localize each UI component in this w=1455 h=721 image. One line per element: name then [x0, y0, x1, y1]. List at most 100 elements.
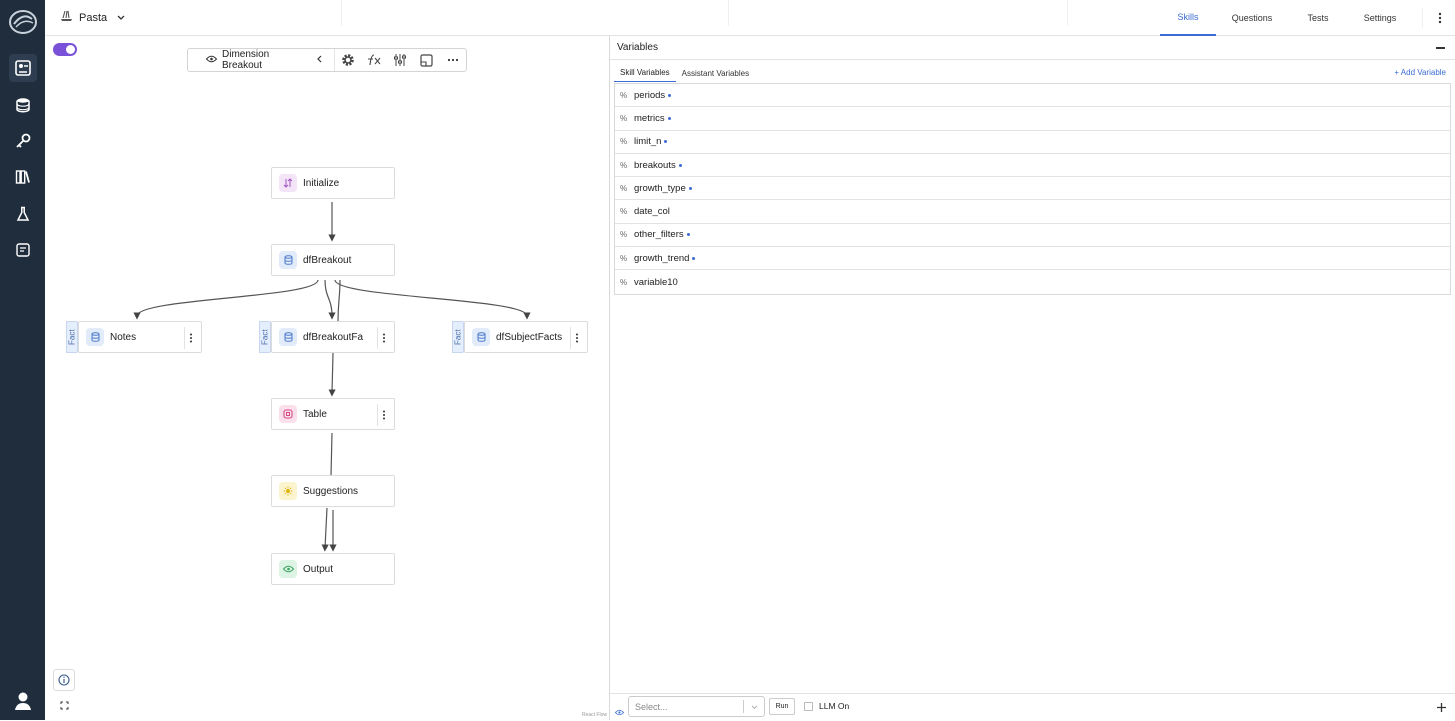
- edge: [330, 432, 333, 477]
- node-label: dfBreakout: [303, 254, 352, 266]
- required-dot: [686, 233, 690, 237]
- required-dot: [688, 186, 692, 190]
- llm-toggle[interactable]: LLM On: [804, 701, 849, 711]
- node-label: Initialize: [303, 177, 340, 189]
- node-dfbreakoutfacts[interactable]: dfBreakoutFa: [271, 321, 395, 353]
- chevron-down-icon: [751, 702, 758, 712]
- required-dot: [668, 93, 672, 97]
- divider: [1067, 0, 1068, 26]
- variable-icon: %: [620, 230, 628, 240]
- panel-header: Variables: [610, 36, 1455, 60]
- variable-row[interactable]: % date_col: [615, 200, 1450, 224]
- info-icon[interactable]: [53, 669, 75, 691]
- node-suggestions[interactable]: Suggestions: [271, 475, 395, 507]
- variable-row[interactable]: % variable10: [615, 270, 1450, 293]
- variable-icon: %: [620, 160, 628, 170]
- user-avatar-icon[interactable]: [12, 690, 34, 712]
- eye-icon: [614, 703, 625, 721]
- edge: [321, 507, 329, 552]
- variable-icon: %: [620, 253, 628, 263]
- skills-nav-icon[interactable]: [9, 54, 37, 82]
- required-dot: [692, 256, 696, 260]
- variable-row[interactable]: % limit_n: [615, 131, 1450, 154]
- output-select[interactable]: Select...: [628, 696, 765, 717]
- variable-name: breakouts: [634, 159, 676, 171]
- minimize-icon[interactable]: [1436, 47, 1445, 49]
- app-logo[interactable]: [8, 8, 38, 36]
- react-flow-attribution[interactable]: React Flow: [582, 712, 607, 718]
- variable-row[interactable]: % growth_trend: [615, 247, 1450, 271]
- chevron-down-icon: [117, 12, 125, 24]
- more-vertical-icon[interactable]: [184, 327, 196, 349]
- divider: [1422, 8, 1423, 28]
- library-nav-icon[interactable]: [9, 163, 37, 191]
- node-dfsubjectfacts[interactable]: dfSubjectFacts: [464, 321, 588, 353]
- node-dfbreakout[interactable]: dfBreakout: [271, 244, 395, 276]
- variable-row[interactable]: % breakouts: [615, 154, 1450, 178]
- database-icon: [279, 251, 297, 269]
- fact-tag: Fact: [452, 321, 464, 353]
- edge: [334, 279, 531, 320]
- variable-name: metrics: [634, 112, 665, 124]
- database-icon: [279, 328, 297, 346]
- plus-icon[interactable]: [1436, 700, 1447, 712]
- variable-icon: %: [620, 90, 628, 100]
- app-sidebar: [0, 0, 45, 720]
- variable-name: limit_n: [634, 136, 662, 148]
- select-placeholder: Select...: [635, 701, 668, 712]
- variable-icon: %: [620, 137, 628, 147]
- fact-tag: Fact: [66, 321, 78, 353]
- variable-row[interactable]: % metrics: [615, 107, 1450, 131]
- run-bar: Select... Run LLM On: [610, 693, 1455, 720]
- variable-name: periods: [634, 89, 666, 101]
- variable-row[interactable]: % growth_type: [615, 177, 1450, 201]
- lightbulb-icon: [279, 482, 297, 500]
- key-nav-icon[interactable]: [9, 127, 37, 155]
- more-vertical-icon[interactable]: [377, 327, 389, 349]
- node-output[interactable]: Output: [271, 553, 395, 585]
- database-icon: [472, 328, 490, 346]
- project-selector[interactable]: Pasta: [60, 10, 125, 25]
- more-vertical-icon[interactable]: [377, 404, 389, 426]
- variable-icon: %: [620, 113, 628, 123]
- transform-icon: [279, 174, 297, 192]
- database-nav-icon[interactable]: [9, 91, 37, 119]
- variable-row[interactable]: % periods: [615, 84, 1450, 108]
- project-name: Pasta: [79, 11, 108, 24]
- variable-name: growth_trend: [634, 252, 690, 264]
- run-button[interactable]: Run: [769, 698, 795, 715]
- flow-canvas[interactable]: Dimension Breakout Initialize dfBreakout…: [45, 36, 610, 720]
- edge: [328, 352, 336, 397]
- fact-tag: Fact: [259, 321, 271, 353]
- tab-tests[interactable]: Tests: [1290, 0, 1346, 36]
- node-label: Output: [303, 563, 334, 575]
- tab-questions[interactable]: Questions: [1224, 0, 1280, 36]
- eye-icon: [279, 560, 297, 578]
- edge: [324, 279, 336, 320]
- variable-row[interactable]: % other_filters: [615, 224, 1450, 248]
- fit-view-icon[interactable]: [53, 694, 75, 716]
- flow-edges: [133, 202, 531, 552]
- variables-panel: Variables Skill Variables Assistant Vari…: [610, 36, 1455, 720]
- add-variable-button[interactable]: + Add Variable: [1394, 68, 1446, 77]
- required-dot: [664, 140, 668, 144]
- more-vertical-icon[interactable]: [1432, 8, 1448, 28]
- database-icon: [86, 328, 104, 346]
- llm-checkbox[interactable]: [804, 701, 813, 711]
- llm-label: LLM On: [819, 701, 850, 711]
- lab-flask-nav-icon[interactable]: [9, 200, 37, 228]
- tab-assistant-variables[interactable]: Assistant Variables: [676, 69, 755, 82]
- node-initialize[interactable]: Initialize: [271, 167, 395, 199]
- tab-skills[interactable]: Skills: [1160, 0, 1216, 36]
- edge: [133, 279, 319, 320]
- node-notes[interactable]: Notes: [78, 321, 202, 353]
- tab-skill-variables[interactable]: Skill Variables: [614, 68, 676, 82]
- node-label: Table: [303, 408, 327, 420]
- tab-settings[interactable]: Settings: [1352, 0, 1408, 36]
- more-vertical-icon[interactable]: [570, 327, 582, 349]
- variable-name: date_col: [634, 206, 670, 218]
- node-table[interactable]: Table: [271, 398, 395, 430]
- node-label: Notes: [110, 331, 137, 343]
- variable-subtabs: Skill Variables Assistant Variables + Ad…: [610, 60, 1455, 82]
- reports-nav-icon[interactable]: [9, 236, 37, 264]
